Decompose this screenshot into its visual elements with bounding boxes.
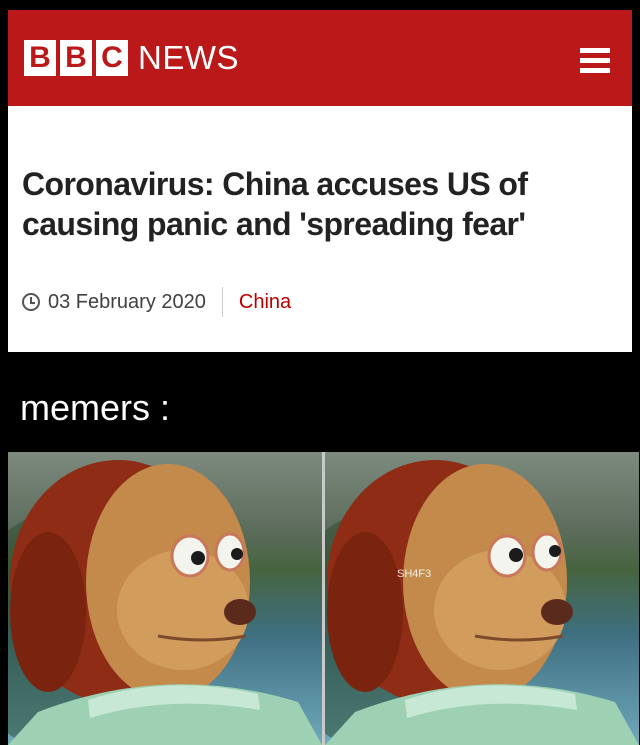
puppet-looking-away-illustration [325,460,639,745]
watermark-text: SH4F3 [397,568,432,580]
bbc-news-logo[interactable]: B B C NEWS [24,38,239,78]
article-date: 03 February 2020 [48,290,206,313]
logo-word-news: NEWS [138,39,239,76]
puppet-panel-right: SH4F3 [325,452,639,745]
logo-letter-b2: B [60,40,92,76]
logo-letter-b1: B [24,40,56,76]
article-category-link[interactable]: China [239,291,291,314]
puppet-looking-away-illustration [8,460,322,745]
puppet-panel-left [8,452,322,745]
meme-caption: memers : [20,387,171,428]
logo-letter-c: C [96,40,128,76]
meme-image: B B C NEWS Coronavirus: China accuses US… [0,0,640,745]
article-headline[interactable]: Coronavirus: China accuses US of causing… [22,164,622,244]
article-meta: 03 February 2020 China [22,287,291,317]
clock-icon [22,293,40,311]
meta-divider [221,287,223,317]
article-card: Coronavirus: China accuses US of causing… [8,106,632,352]
hamburger-menu-icon[interactable] [580,48,610,74]
bbc-news-header: B B C NEWS [8,10,632,106]
